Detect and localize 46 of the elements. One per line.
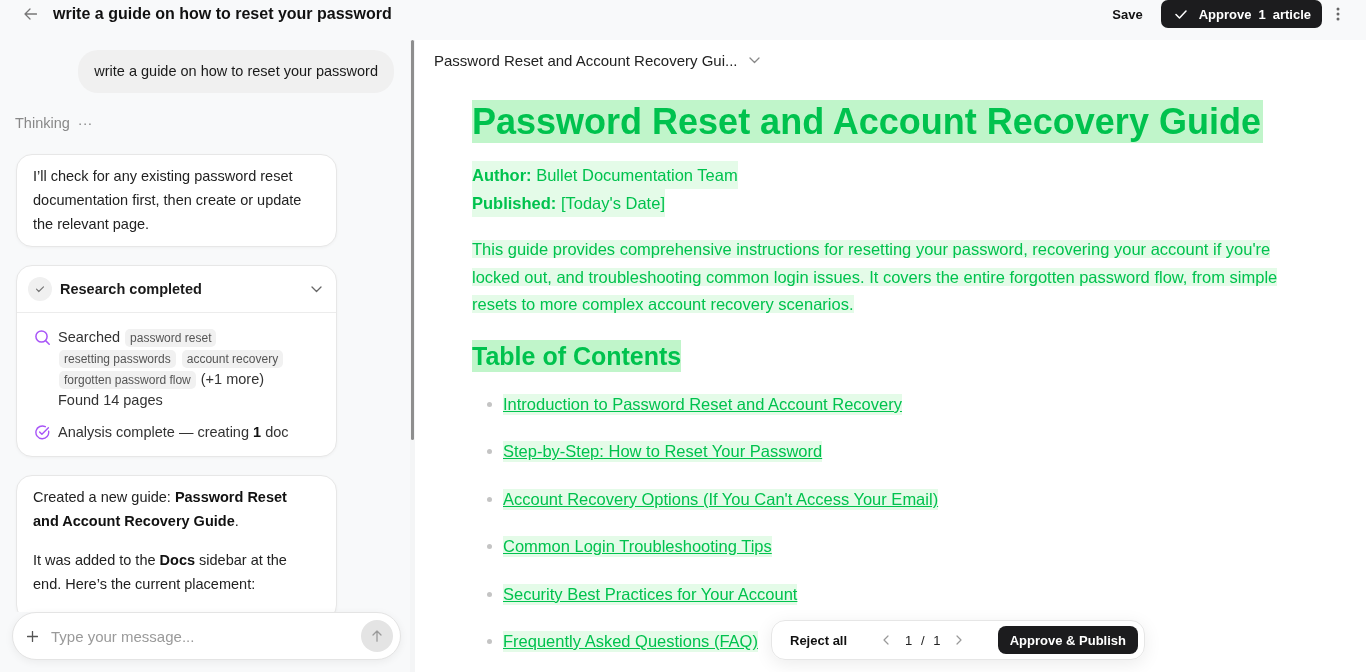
chevron-down-icon <box>749 56 761 64</box>
more-menu-icon[interactable] <box>1336 7 1340 21</box>
query-tag: account recovery <box>181 350 284 368</box>
page-counter: 1 / 1 <box>905 632 941 648</box>
approve-publish-button[interactable]: Approve & Publish <box>997 626 1138 654</box>
bullet-icon <box>487 496 492 502</box>
chevron-icon[interactable] <box>311 285 322 293</box>
reply-paragraph: It was added to the Docs sidebar at the end. Here’s the current placement: <box>33 551 288 594</box>
query-tag: forgotten password flow <box>59 371 196 389</box>
found-pages-text: Found 14 pages <box>58 391 164 410</box>
thinking-label: Thinking <box>15 114 70 133</box>
message-composer[interactable]: Type your message... <box>12 612 401 660</box>
check-circle-icon <box>35 425 50 440</box>
plus-icon[interactable] <box>27 630 38 642</box>
reject-all-button[interactable]: Reject all <box>782 628 856 652</box>
scrollbar-thumb[interactable] <box>411 40 414 440</box>
bullet-icon <box>487 449 492 455</box>
check-circle-icon <box>28 277 52 301</box>
user-message: write a guide on how to reset your password <box>78 50 394 93</box>
searched-label: Searched <box>58 329 121 345</box>
arrow-up-icon <box>372 630 382 642</box>
chevron-left-icon[interactable] <box>883 635 890 645</box>
save-button[interactable]: Save <box>1106 0 1149 28</box>
section-heading: Table of Contents <box>472 339 682 372</box>
query-tag: password reset <box>125 329 217 347</box>
research-header[interactable]: Research completed <box>17 266 336 313</box>
more-count: (+1 more) <box>200 371 265 387</box>
message-input[interactable]: Type your message... <box>51 621 361 651</box>
bullet-icon <box>487 591 492 597</box>
back-arrow-icon[interactable] <box>24 8 37 20</box>
analysis-status: Analysis complete — creating 1 doc <box>58 423 289 442</box>
intro-paragraph: This guide provides comprehensive instructions for resetting your password, recovering your account if you're locked out, and troubleshooting common login issues. It covers the entire forgotten password flow, from simple resets to more complex account recovery scenarios. <box>472 239 1279 316</box>
reply-paragraph: Created a new guide: Password Reset and Account Recovery Guide. <box>33 488 288 531</box>
check-icon <box>1174 9 1187 19</box>
bullet-icon <box>487 544 492 550</box>
bullet-icon <box>487 638 492 644</box>
bullet-icon <box>487 401 492 407</box>
document-selector[interactable]: Password Reset and Account Recovery Gui... <box>434 49 761 71</box>
assistant-message: I’ll check for any existing password reset documentation first, then create or update the relevant page. <box>16 154 337 247</box>
thinking-dots: ··· <box>77 114 93 133</box>
page-title: write a guide on how to reset your password <box>53 4 392 24</box>
search-icon <box>35 330 50 345</box>
approve-button[interactable]: Approve 1 article <box>1160 0 1322 28</box>
document-title: Password Reset and Account Recovery Guide <box>472 100 1263 143</box>
chevron-right-icon[interactable] <box>956 635 963 645</box>
query-tag: resetting passwords <box>59 350 176 368</box>
